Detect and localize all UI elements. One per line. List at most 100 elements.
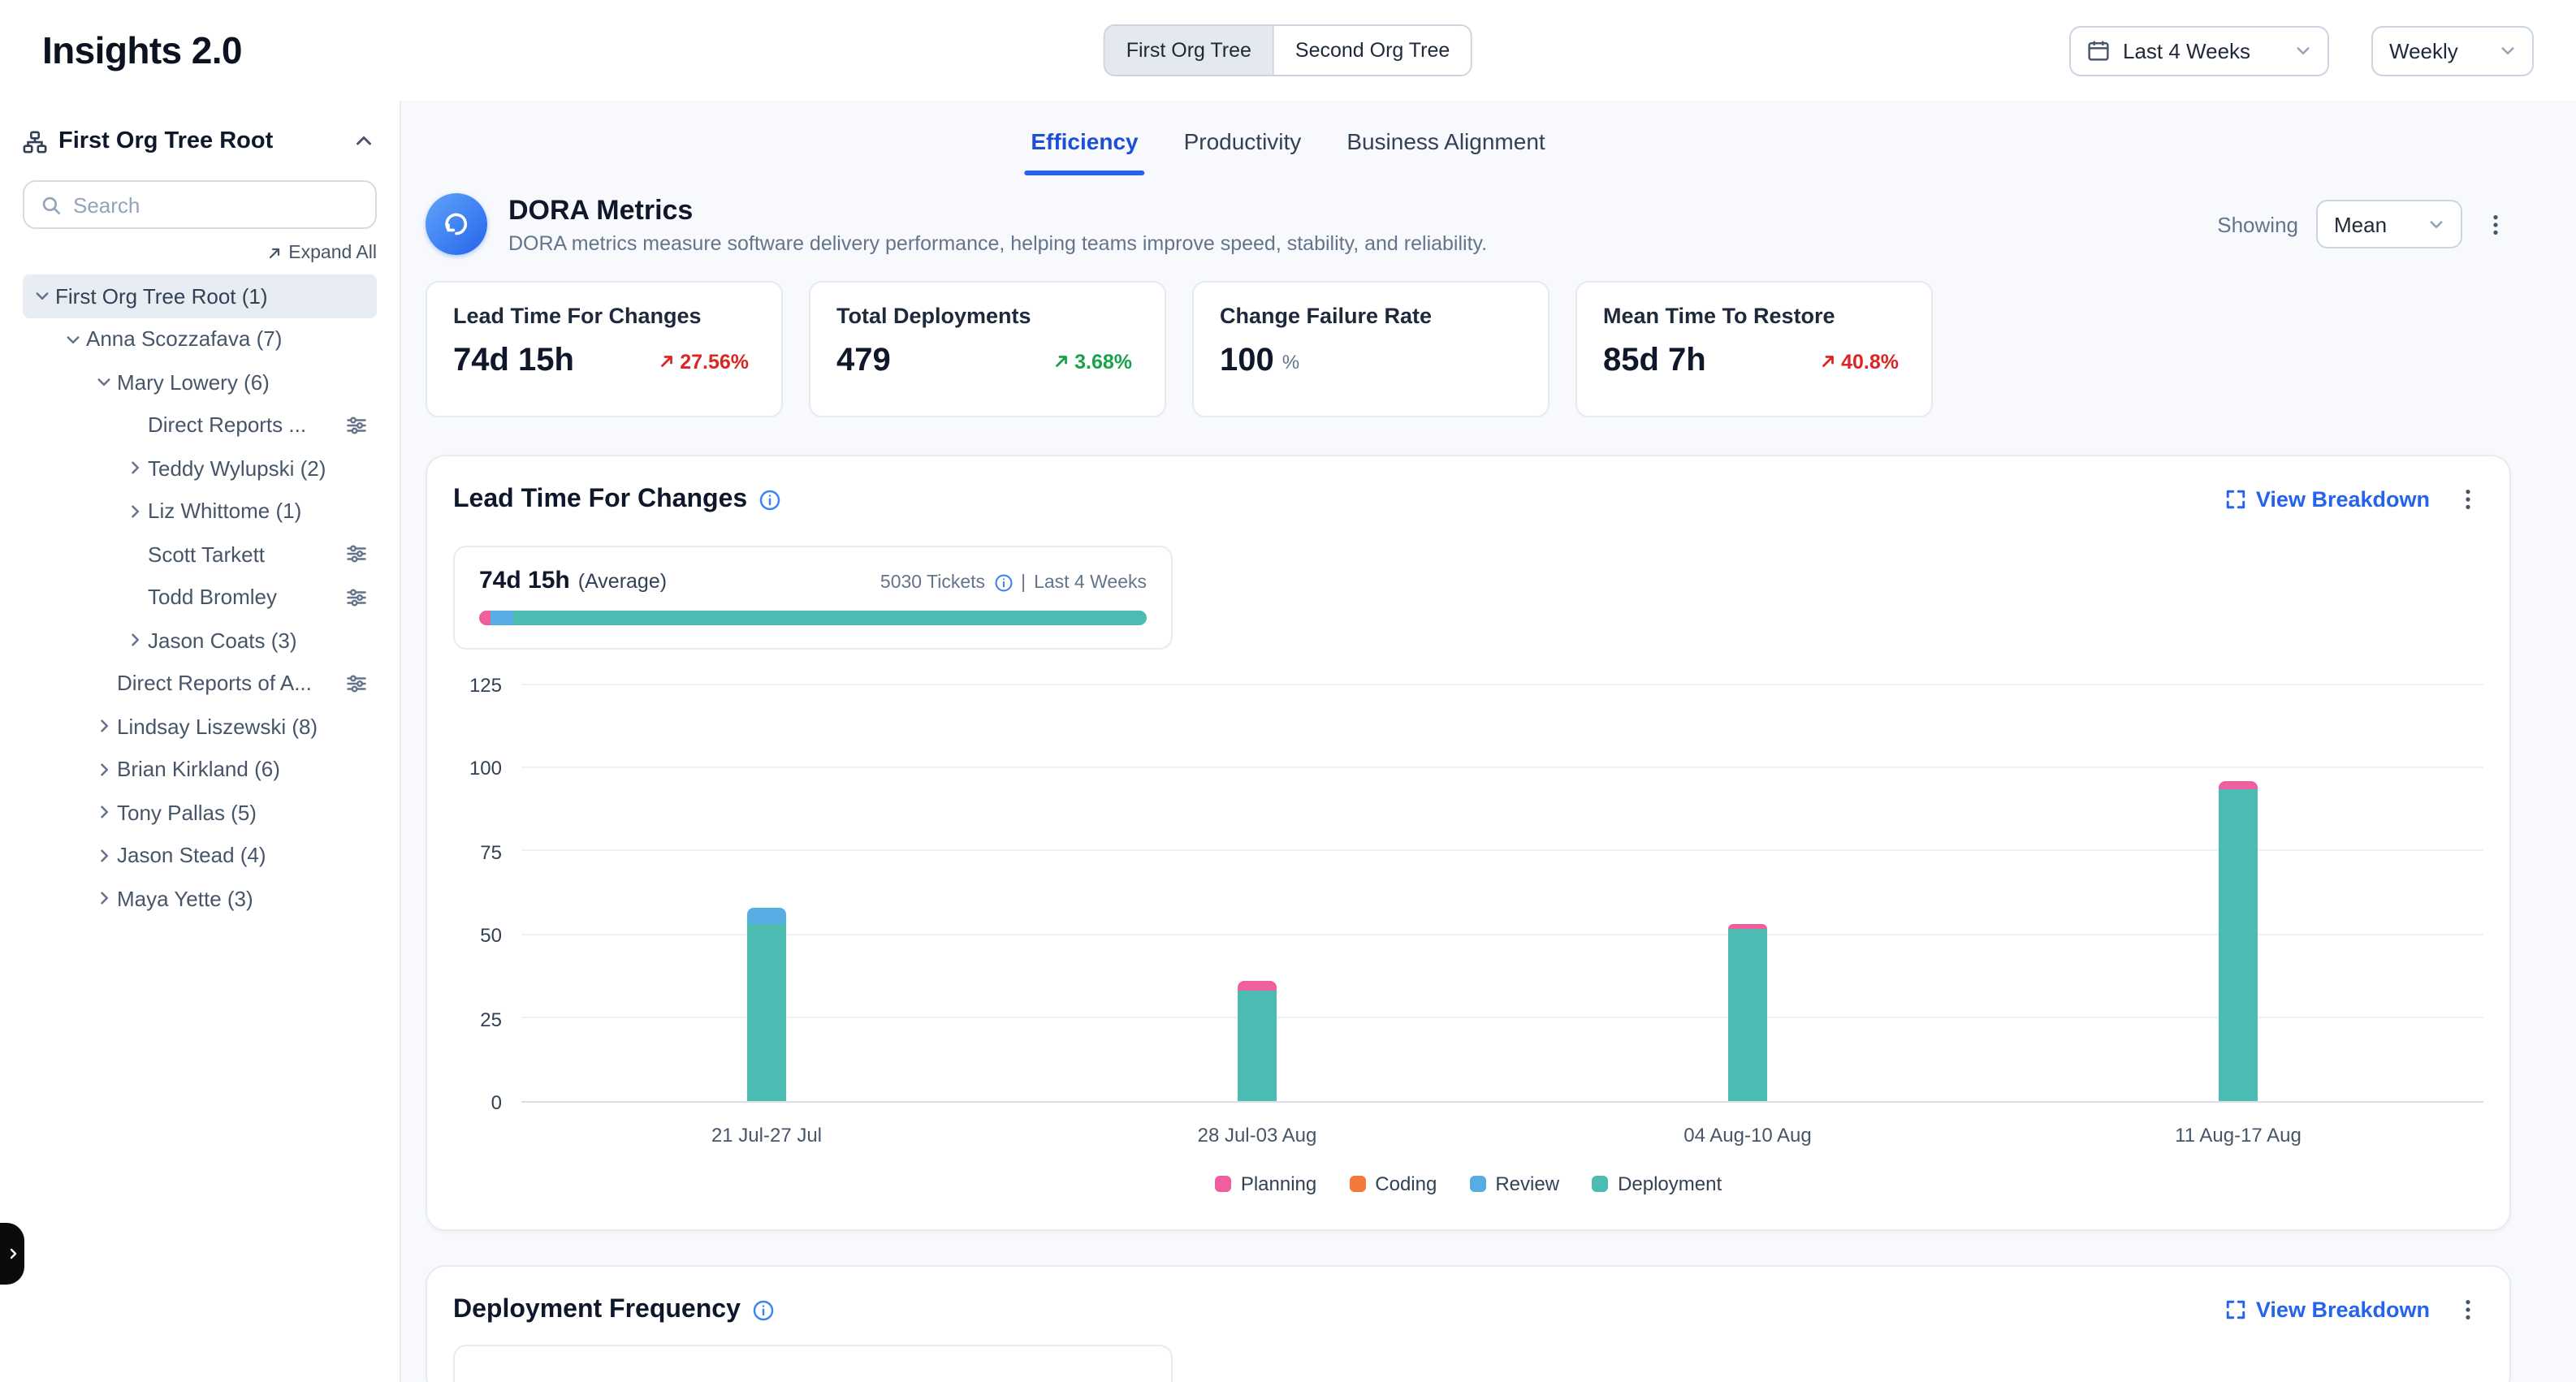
chevron-right-icon[interactable] <box>91 843 117 869</box>
tree-item-mary-lowery-6[interactable]: Mary Lowery (6) <box>23 361 377 404</box>
tree-item-direct-reports-of-a[interactable]: Direct Reports of A... <box>23 662 377 705</box>
tree-item-label: Anna Scozzafava (7) <box>86 327 318 352</box>
kebab-menu-icon[interactable] <box>2480 209 2511 240</box>
y-axis-tick-label: 100 <box>469 758 502 780</box>
gridline <box>521 850 2483 852</box>
dora-description: DORA metrics measure software delivery p… <box>508 231 1487 254</box>
bar-segment-deployment <box>747 925 786 1101</box>
bar-segment-deployment <box>1728 928 1767 1101</box>
tree-item-teddy-wylupski-2[interactable]: Teddy Wylupski (2) <box>23 447 377 490</box>
org-tree-toggle-second-org-tree[interactable]: Second Org Tree <box>1273 26 1471 75</box>
tree-item-label: Scott Tarkett <box>148 542 300 567</box>
chart-legend: Planning Coding Review Deployment <box>453 1173 2483 1202</box>
tree-item-label: Tony Pallas (5) <box>117 801 292 825</box>
search-input[interactable] <box>73 192 359 217</box>
chevron-right-icon[interactable] <box>122 499 148 525</box>
tree-indent-spacer <box>91 671 117 697</box>
chevron-right-icon[interactable] <box>122 456 148 482</box>
chevron-down-icon[interactable] <box>60 326 86 352</box>
chevron-down-icon <box>2295 42 2311 58</box>
summary-meta: 5030 Tickets | Last 4 Weeks <box>880 573 1147 593</box>
tree-indent-spacer <box>122 542 148 568</box>
metric-card-title: Change Failure Rate <box>1220 304 1522 328</box>
top-bar: Insights 2.0 First Org TreeSecond Org Tr… <box>0 0 2576 101</box>
deployment-summary-card-partial <box>453 1345 1173 1382</box>
lead-time-panel-title: Lead Time For Changes <box>453 485 747 514</box>
kebab-menu-icon[interactable] <box>2453 484 2483 515</box>
granularity-select[interactable]: Weekly <box>2371 25 2534 76</box>
tree-item-anna-scozzafava-7[interactable]: Anna Scozzafava (7) <box>23 317 377 361</box>
tree-item-label: Jason Stead (4) <box>117 844 302 868</box>
tree-item-label: First Org Tree Root (1) <box>55 284 304 309</box>
legend-swatch <box>1349 1176 1365 1192</box>
filter-sliders-icon[interactable] <box>346 673 367 694</box>
tree-item-tony-pallas-5[interactable]: Tony Pallas (5) <box>23 791 377 834</box>
expand-arrow-icon <box>266 245 282 261</box>
metric-card-lead-time-for-changes: Lead Time For Changes74d 15h27.56% <box>426 281 783 417</box>
tab-business-alignment[interactable]: Business Alignment <box>1343 119 1548 164</box>
tab-efficiency[interactable]: Efficiency <box>1027 119 1141 164</box>
info-icon[interactable] <box>759 488 781 511</box>
sidebar-collapse-chevron-up-icon[interactable] <box>351 128 377 154</box>
tab-productivity[interactable]: Productivity <box>1181 119 1305 164</box>
metric-card-value: 479 <box>836 343 891 380</box>
legend-item-coding[interactable]: Coding <box>1349 1173 1437 1195</box>
tree-item-maya-yette-3[interactable]: Maya Yette (3) <box>23 877 377 920</box>
chevron-right-icon[interactable] <box>91 886 117 912</box>
tree-item-jason-stead-4[interactable]: Jason Stead (4) <box>23 834 377 877</box>
info-icon[interactable] <box>993 573 1013 593</box>
showing-select[interactable]: Mean <box>2316 200 2462 248</box>
tree-item-scott-tarkett[interactable]: Scott Tarkett <box>23 533 377 576</box>
chevron-right-icon[interactable] <box>91 714 117 740</box>
legend-item-review[interactable]: Review <box>1469 1173 1559 1195</box>
info-icon[interactable] <box>752 1298 775 1321</box>
tree-item-direct-reports[interactable]: Direct Reports ... <box>23 404 377 447</box>
chevron-right-icon[interactable] <box>91 800 117 826</box>
metric-value-row: 100% <box>1220 343 1522 380</box>
tree-item-brian-kirkland-6[interactable]: Brian Kirkland (6) <box>23 748 377 791</box>
metric-card-unit: % <box>1282 350 1299 373</box>
expand-corners-icon <box>2225 1299 2246 1320</box>
sidebar-collapse-handle[interactable] <box>0 1223 24 1285</box>
tree-item-first-org-tree-root-1[interactable]: First Org Tree Root (1) <box>23 274 377 317</box>
y-axis-tick-label: 75 <box>480 841 502 864</box>
expand-all-button[interactable]: Expand All <box>23 244 377 263</box>
filter-sliders-icon[interactable] <box>346 415 367 436</box>
chevron-down-icon[interactable] <box>29 283 55 309</box>
showing-label: Showing <box>2217 212 2298 236</box>
chevron-right-icon[interactable] <box>122 628 148 654</box>
metric-card-total-deployments: Total Deployments4793.68% <box>809 281 1166 417</box>
chevron-down-icon[interactable] <box>91 369 117 395</box>
org-tree-toggle-first-org-tree[interactable]: First Org Tree <box>1105 26 1273 75</box>
metric-value-row: 85d 7h 40.8% <box>1603 343 1905 380</box>
phase-segment-deployment <box>512 611 1147 625</box>
tree-item-lindsay-liszewski-8[interactable]: Lindsay Liszewski (8) <box>23 705 377 748</box>
tree-item-todd-bromley[interactable]: Todd Bromley <box>23 576 377 619</box>
tree-item-liz-whittome-1[interactable]: Liz Whittome (1) <box>23 490 377 533</box>
summary-top: 74d 15h (Average) 5030 Tickets | Last 4 … <box>479 567 1147 594</box>
bar-segment-deployment <box>1238 991 1277 1101</box>
tree-item-jason-coats-3[interactable]: Jason Coats (3) <box>23 619 377 662</box>
gridline <box>521 1017 2483 1018</box>
tree-item-label: Maya Yette (3) <box>117 887 289 911</box>
date-range-select[interactable]: Last 4 Weeks <box>2069 25 2329 76</box>
view-breakdown-button[interactable]: View Breakdown <box>2225 1298 2430 1322</box>
kebab-menu-icon[interactable] <box>2453 1294 2483 1325</box>
summary-period: Last 4 Weeks <box>1034 573 1147 593</box>
metric-card-title: Total Deployments <box>836 304 1139 328</box>
metric-card-value: 85d 7h <box>1603 343 1706 380</box>
lead-time-chart: 0255075100125 <box>453 685 2483 1103</box>
expand-all-label: Expand All <box>288 244 377 263</box>
view-breakdown-button[interactable]: View Breakdown <box>2225 487 2430 512</box>
trend-badge: 40.8% <box>1818 350 1899 373</box>
tree-item-label: Liz Whittome (1) <box>148 499 337 524</box>
stacked-bar-21-jul-27-jul <box>747 685 786 1101</box>
legend-item-planning[interactable]: Planning <box>1215 1173 1316 1195</box>
filter-sliders-icon[interactable] <box>346 544 367 565</box>
lead-time-summary-card: 74d 15h (Average) 5030 Tickets | Last 4 … <box>453 546 1173 650</box>
chevron-right-icon[interactable] <box>91 757 117 783</box>
filter-sliders-icon[interactable] <box>346 587 367 608</box>
legend-item-deployment[interactable]: Deployment <box>1592 1173 1722 1195</box>
legend-swatch <box>1592 1176 1608 1192</box>
org-tree-toggle-group: First Org TreeSecond Org Tree <box>1104 24 1473 76</box>
